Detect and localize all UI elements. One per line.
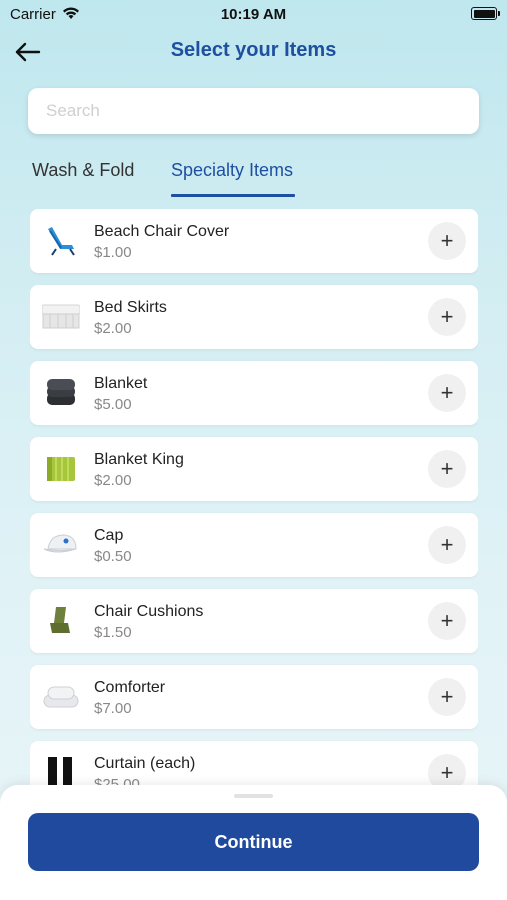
blanket-king-icon [42, 451, 80, 487]
add-item-button[interactable]: + [428, 374, 466, 412]
add-item-button[interactable]: + [428, 602, 466, 640]
clock: 10:19 AM [220, 6, 287, 23]
list-item: Curtain (each) $25.00 + [30, 741, 478, 789]
item-list: Beach Chair Cover $1.00 + Bed Skirts $2.… [30, 209, 478, 789]
list-item: Blanket $5.00 + [30, 361, 478, 425]
item-price: $1.00 [94, 244, 132, 261]
item-price: $1.50 [94, 624, 132, 641]
item-price: $7.00 [94, 700, 132, 717]
item-price: $0.50 [94, 548, 132, 565]
tab-specialty-items[interactable]: Specialty Items [171, 160, 293, 181]
item-name: Beach Chair Cover [94, 223, 230, 240]
add-item-button[interactable]: + [428, 678, 466, 716]
bottom-sheet: Continue [0, 785, 507, 900]
item-name: Bed Skirts [94, 299, 167, 316]
nav-bar: Select your Items [0, 34, 507, 70]
item-price: $2.00 [94, 320, 132, 337]
list-item: Bed Skirts $2.00 + [30, 285, 478, 349]
active-tab-indicator [171, 194, 295, 197]
search-input[interactable] [28, 88, 479, 134]
item-name: Curtain (each) [94, 755, 196, 772]
item-name: Blanket [94, 375, 148, 392]
bed-skirt-icon [41, 299, 81, 335]
cap-icon [42, 527, 80, 563]
item-name: Comforter [94, 679, 166, 696]
continue-button[interactable]: Continue [28, 813, 479, 871]
add-item-button[interactable]: + [428, 450, 466, 488]
item-name: Chair Cushions [94, 603, 204, 620]
list-item: Blanket King $2.00 + [30, 437, 478, 501]
item-name: Cap [94, 527, 124, 544]
add-item-button[interactable]: + [428, 526, 466, 564]
add-item-button[interactable]: + [428, 222, 466, 260]
search-box [28, 88, 479, 134]
list-item: Chair Cushions $1.50 + [30, 589, 478, 653]
add-item-button[interactable]: + [428, 298, 466, 336]
curtain-icon [42, 755, 80, 789]
add-item-button[interactable]: + [428, 754, 466, 789]
list-item: Comforter $7.00 + [30, 665, 478, 729]
page-title: Select your Items [170, 39, 337, 61]
status-bar: Carrier 10:19 AM [0, 0, 507, 28]
item-name: Blanket King [94, 451, 184, 468]
blanket-icon [42, 375, 80, 411]
category-tabs: Wash & Fold Specialty Items [0, 156, 507, 200]
beach-chair-icon [42, 223, 80, 259]
list-item: Cap $0.50 + [30, 513, 478, 577]
item-price: $2.00 [94, 472, 132, 489]
item-price: $5.00 [94, 396, 132, 413]
battery-icon [471, 7, 500, 20]
comforter-icon [42, 679, 80, 715]
sheet-grabber[interactable] [234, 794, 273, 798]
chair-cushion-icon [42, 603, 80, 639]
tab-wash-and-fold[interactable]: Wash & Fold [32, 160, 134, 181]
list-item: Beach Chair Cover $1.00 + [30, 209, 478, 273]
